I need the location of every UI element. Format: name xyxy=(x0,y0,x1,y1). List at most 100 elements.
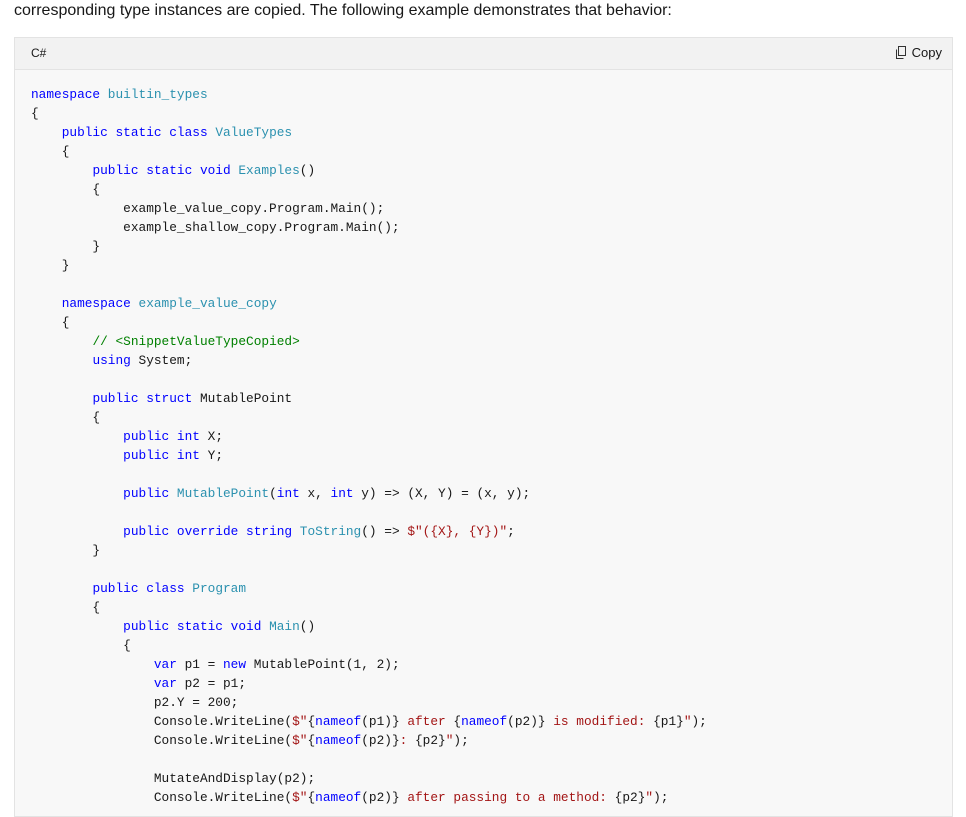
code-token: new xyxy=(223,657,254,672)
code-token: { xyxy=(31,600,101,615)
code-language-label: C# xyxy=(31,46,47,60)
code-token: { xyxy=(31,315,70,330)
code-token: ); xyxy=(653,790,669,805)
code-token: () => xyxy=(361,524,408,539)
code-line: public struct MutablePoint xyxy=(31,389,707,408)
code-token: namespace xyxy=(61,296,139,311)
code-header: C# Copy xyxy=(15,38,952,70)
code-token: var xyxy=(153,676,185,691)
code-token: MutablePoint xyxy=(176,486,270,501)
code-token: { xyxy=(31,144,70,159)
code-token: public static void xyxy=(92,163,239,178)
code-token: ( xyxy=(269,486,277,501)
code-line: namespace builtin_types xyxy=(31,85,707,104)
code-line: public override string ToString() => $"(… xyxy=(31,522,707,541)
code-token: Console.WriteLine( xyxy=(31,733,293,748)
code-token: : xyxy=(399,733,415,748)
code-token: $"({X}, {Y})" xyxy=(407,524,508,539)
code-line: public static void Main() xyxy=(31,617,707,636)
code-token: {p2} xyxy=(415,733,446,748)
code-line: Console.WriteLine($"{nameof(p2)} after p… xyxy=(31,788,707,807)
code-line: public int X; xyxy=(31,427,707,446)
code-token: p2.Y = 200; xyxy=(31,695,239,710)
code-token: { xyxy=(31,410,101,425)
code-token: ValueTypes xyxy=(215,125,293,140)
code-token: namespace xyxy=(31,87,108,102)
code-token: Console.WriteLine( xyxy=(31,714,293,729)
code-token: { xyxy=(31,106,39,121)
code-line: { xyxy=(31,313,707,332)
code-line: { xyxy=(31,180,707,199)
code-line: var p1 = new MutablePoint(1, 2); xyxy=(31,655,707,674)
code-token: // <SnippetValueTypeCopied> xyxy=(92,334,300,349)
code-token: {p1} xyxy=(653,714,684,729)
code-token: y) => (X, Y) = (x, y); xyxy=(361,486,531,501)
code-token: (p2)} xyxy=(361,790,400,805)
code-token: MutablePoint(1, 2); xyxy=(253,657,400,672)
code-lines: namespace builtin_types { public static c… xyxy=(31,85,707,807)
code-token: } xyxy=(31,258,70,273)
code-token: $" xyxy=(292,714,308,729)
code-token: after xyxy=(399,714,454,729)
code-block: C# Copy namespace builtin_types { public … xyxy=(14,37,953,817)
code-line: } xyxy=(31,541,707,560)
code-line: using System; xyxy=(31,351,707,370)
code-token: (p2)} xyxy=(507,714,546,729)
code-token: Y; xyxy=(207,448,223,463)
code-token: nameof xyxy=(315,733,362,748)
code-token: { xyxy=(31,182,101,197)
code-token: public override string xyxy=(123,524,300,539)
code-token: ); xyxy=(453,733,469,748)
code-line: { xyxy=(31,636,707,655)
code-token: after passing to a method: xyxy=(399,790,615,805)
code-token: var xyxy=(153,657,185,672)
code-token: { xyxy=(307,790,316,805)
code-token: using xyxy=(92,353,139,368)
code-line: { xyxy=(31,104,707,123)
code-token: public xyxy=(123,486,177,501)
code-token: Main xyxy=(269,619,300,634)
code-token: X; xyxy=(207,429,223,444)
code-token: builtin_types xyxy=(107,87,208,102)
code-line: } xyxy=(31,237,707,256)
code-token: () xyxy=(299,163,316,178)
code-line: public class Program xyxy=(31,579,707,598)
code-line: p2.Y = 200; xyxy=(31,693,707,712)
code-token: MutablePoint xyxy=(199,391,293,406)
code-line: public static void Examples() xyxy=(31,161,707,180)
intro-paragraph: corresponding type instances are copied.… xyxy=(14,2,672,19)
code-content[interactable]: namespace builtin_types { public static c… xyxy=(31,85,707,807)
code-token: (p2)} xyxy=(361,733,400,748)
code-token: ); xyxy=(691,714,707,729)
code-token: public static void xyxy=(123,619,270,634)
code-token: int xyxy=(330,486,362,501)
code-token: public int xyxy=(123,448,208,463)
code-token: { xyxy=(307,733,316,748)
code-token: Examples xyxy=(238,163,300,178)
code-token: " xyxy=(645,790,654,805)
code-token: nameof xyxy=(461,714,508,729)
code-token: ToString xyxy=(299,524,362,539)
code-line: { xyxy=(31,598,707,617)
code-token: () xyxy=(299,619,316,634)
code-token: $" xyxy=(292,733,308,748)
code-token: x, xyxy=(307,486,331,501)
code-token: {p2} xyxy=(614,790,646,805)
code-token: p2 = p1; xyxy=(184,676,247,691)
code-line: Console.WriteLine($"{nameof(p1)} after {… xyxy=(31,712,707,731)
copy-button[interactable]: Copy xyxy=(895,43,942,62)
code-token: nameof xyxy=(315,714,362,729)
code-token: { xyxy=(31,638,131,653)
